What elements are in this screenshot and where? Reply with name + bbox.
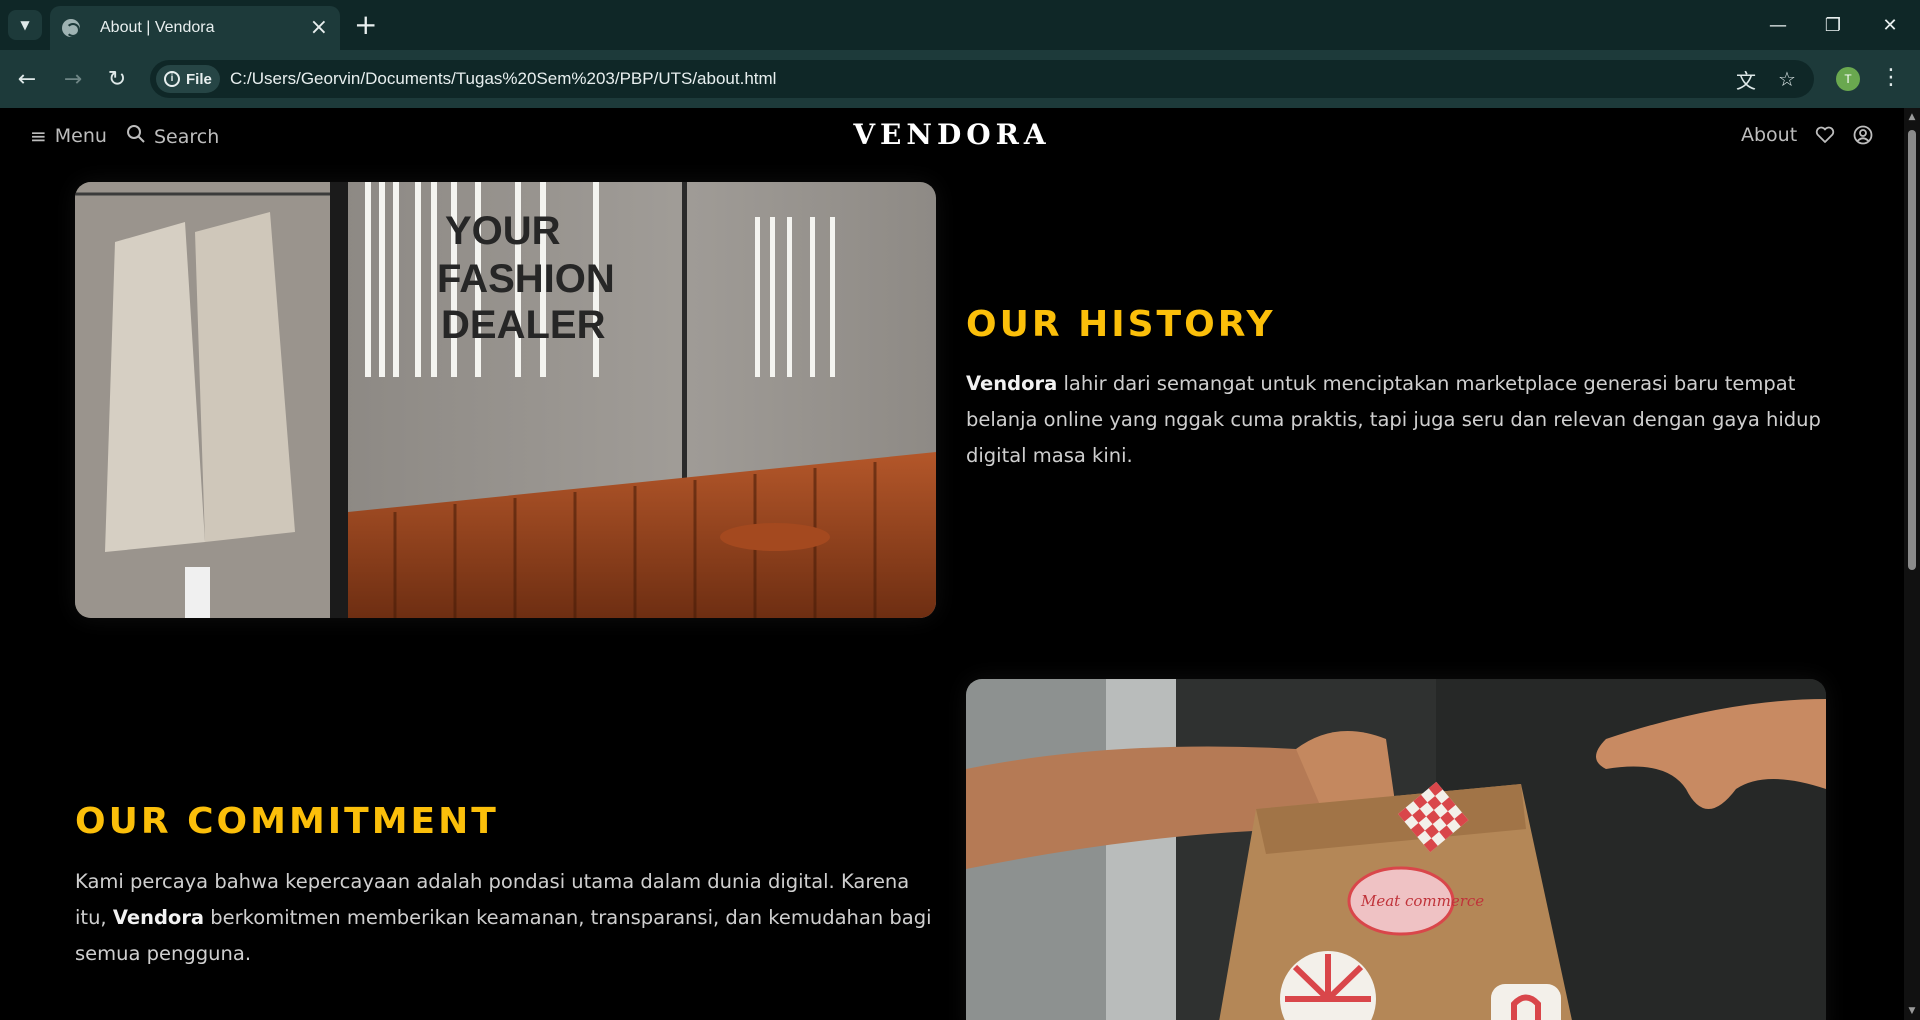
url-scheme-label: File [186,70,212,88]
minimize-button[interactable]: — [1756,8,1800,42]
history-body: lahir dari semangat untuk menciptakan ma… [966,372,1821,467]
commitment-brand: Vendora [112,906,205,929]
history-text: Vendora lahir dari semangat untuk mencip… [966,366,1836,474]
site-info-chip[interactable]: i File [156,65,220,93]
scroll-thumb[interactable] [1908,130,1916,570]
sign-line-1: YOUR [445,209,561,253]
tab-close-icon[interactable]: × [310,17,328,39]
commitment-text: Kami percaya bahwa kepercayaan adalah po… [75,864,945,972]
address-bar[interactable]: i File C:/Users/Georvin/Documents/Tugas%… [150,60,1814,98]
site-header: ≡ Menu Search VENDORA About [0,108,1904,164]
globe-icon [62,19,80,37]
browser-menu-icon[interactable]: ⋮ [1880,64,1902,92]
bag-sticker-text: Meat commerce [1360,892,1484,910]
tab-title: About | Vendora [100,19,215,36]
about-link[interactable]: About [1741,124,1797,146]
url-text[interactable]: C:/Users/Georvin/Documents/Tugas%20Sem%2… [230,69,776,89]
profile-avatar[interactable]: T [1836,67,1860,91]
page-scrollbar[interactable]: ▲ ▼ [1904,108,1920,1020]
info-icon: i [164,71,180,87]
chevron-down-icon: ▼ [20,18,30,32]
translate-icon[interactable]: 文 [1734,67,1758,93]
new-tab-button[interactable]: + [354,10,377,40]
browser-tab-bar: ▼ About | Vendora × + — ❐ ✕ [0,0,1920,50]
tab-search-button[interactable]: ▼ [8,10,42,40]
back-button[interactable]: ← [10,62,44,96]
history-title: OUR HISTORY [966,304,1276,345]
commitment-title: OUR COMMITMENT [75,801,499,842]
sign-line-2: FASHION [437,257,615,301]
restore-button[interactable]: ❐ [1811,8,1855,42]
commitment-body-end: berkomitmen memberikan keamanan, transpa… [75,906,932,965]
brand-logo[interactable]: VENDORA [0,118,1904,151]
browser-toolbar: ← → ↻ i File C:/Users/Georvin/Documents/… [0,50,1920,108]
browser-tab[interactable]: About | Vendora × [50,6,340,50]
history-brand: Vendora [966,372,1058,395]
fashion-store-image: YOUR FASHION DEALER [75,182,936,618]
sign-line-3: DEALER [441,303,606,347]
delivery-bag-image: Meat commerce [966,679,1826,1020]
page-viewport: ≡ Menu Search VENDORA About YOUR FASHION… [0,108,1904,1020]
forward-button[interactable]: → [56,62,90,96]
account-icon[interactable] [1850,122,1876,148]
scroll-up-icon[interactable]: ▲ [1907,112,1917,122]
close-window-button[interactable]: ✕ [1868,8,1912,42]
bookmark-star-icon[interactable]: ☆ [1775,67,1799,91]
heart-icon[interactable] [1812,122,1838,148]
reload-button[interactable]: ↻ [100,62,134,96]
scroll-down-icon[interactable]: ▼ [1907,1006,1917,1016]
